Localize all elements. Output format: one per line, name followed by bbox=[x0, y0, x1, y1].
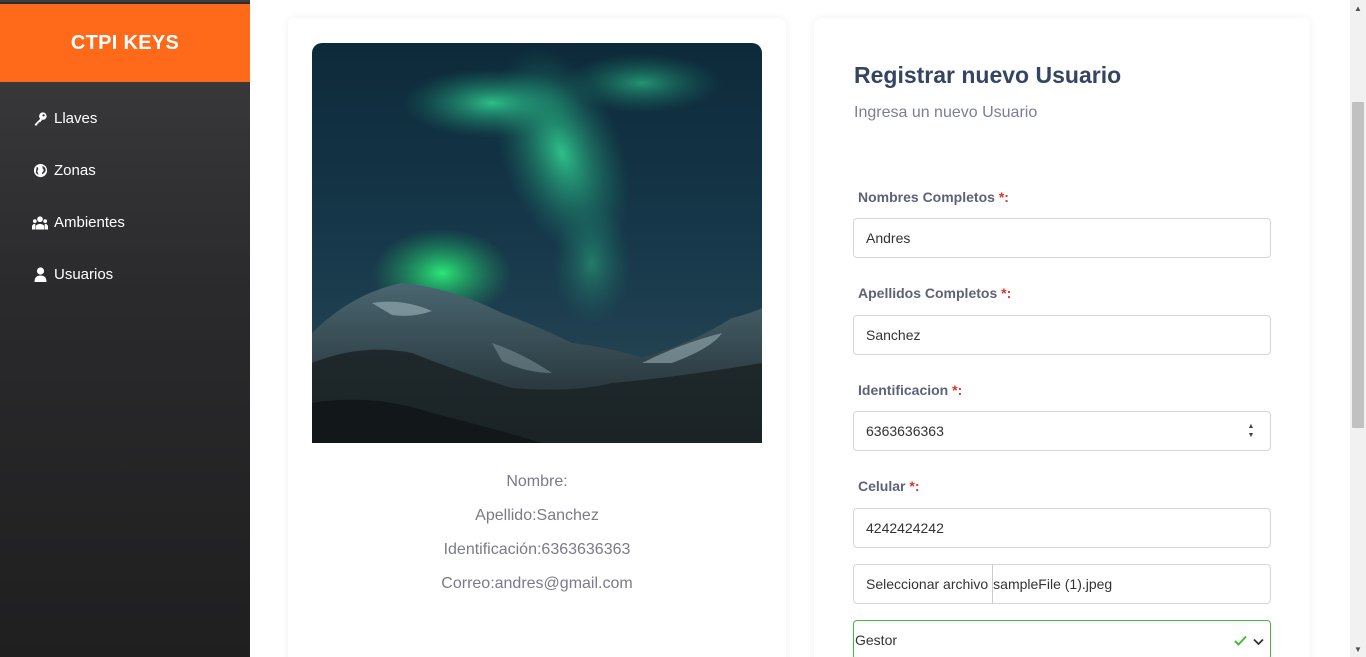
scroll-up-icon[interactable]: ▲ bbox=[1350, 0, 1366, 16]
sidebar-item-label: Usuarios bbox=[54, 265, 114, 283]
sidebar-item-zonas[interactable]: Zonas bbox=[0, 144, 250, 196]
sidebar-item-label: Zonas bbox=[54, 161, 96, 179]
file-name: sampleFile (1).jpeg bbox=[993, 576, 1113, 592]
user-preview-card: Nombre: Apellido:Sanchez Identificación:… bbox=[288, 18, 786, 657]
preview-nombre: Nombre: bbox=[506, 473, 568, 490]
sidebar-nav: Llaves Zonas Ambientes Usuarios bbox=[0, 92, 250, 300]
page-scrollbar[interactable]: ▲ ▼ bbox=[1350, 0, 1366, 657]
spinner-up-icon[interactable]: ▲ bbox=[1248, 423, 1255, 430]
scroll-down-icon[interactable]: ▼ bbox=[1350, 641, 1366, 657]
rol-select[interactable]: Gestor bbox=[853, 620, 1271, 657]
main-content: Nombre: Apellido:Sanchez Identificación:… bbox=[250, 0, 1350, 657]
user-preview-info: Nombre: Apellido:Sanchez Identificación:… bbox=[288, 465, 786, 601]
preview-apellido: Apellido:Sanchez bbox=[475, 507, 599, 524]
nombres-label: Nombres Completos *: bbox=[858, 189, 1009, 205]
form-title: Registrar nuevo Usuario bbox=[854, 62, 1122, 88]
identificacion-label: Identificacion *: bbox=[858, 382, 963, 398]
photo-file-input[interactable]: Seleccionar archivo sampleFile (1).jpeg bbox=[853, 564, 1271, 604]
globe-icon bbox=[32, 162, 48, 178]
user-photo-preview bbox=[312, 43, 762, 443]
sidebar-item-ambientes[interactable]: Ambientes bbox=[0, 196, 250, 248]
identificacion-input[interactable]: 6363636363 ▲ ▼ bbox=[853, 411, 1271, 451]
preview-identificacion: Identificación:6363636363 bbox=[443, 541, 631, 558]
celular-input[interactable]: 4242424242 bbox=[853, 508, 1271, 548]
sidebar-item-label: Ambientes bbox=[54, 213, 125, 231]
sidebar-item-label: Llaves bbox=[54, 109, 98, 127]
preview-correo: Correo:andres@gmail.com bbox=[441, 575, 633, 592]
users-group-icon bbox=[32, 214, 48, 230]
nombres-input[interactable]: Andres bbox=[853, 218, 1271, 258]
celular-label: Celular *: bbox=[858, 478, 920, 494]
user-icon bbox=[32, 266, 48, 282]
apellidos-input[interactable]: Sanchez bbox=[853, 315, 1271, 355]
check-valid-icon bbox=[1234, 633, 1247, 649]
brand-header: CTPI KEYS bbox=[0, 2, 250, 82]
spinner-down-icon[interactable]: ▼ bbox=[1248, 432, 1255, 439]
form-subtitle: Ingresa un nuevo Usuario bbox=[854, 104, 1038, 121]
select-icons bbox=[1234, 633, 1264, 649]
brand-title: CTPI KEYS bbox=[70, 32, 180, 54]
sidebar: CTPI KEYS Llaves Zonas Ambientes Usuario… bbox=[0, 0, 250, 657]
key-icon bbox=[32, 110, 48, 126]
chevron-down-icon[interactable] bbox=[1253, 633, 1264, 649]
register-form-card: Registrar nuevo Usuario Ingresa un nuevo… bbox=[814, 18, 1310, 657]
number-spinner[interactable]: ▲ ▼ bbox=[1246, 423, 1256, 439]
apellidos-label: Apellidos Completos *: bbox=[858, 285, 1012, 301]
scroll-thumb[interactable] bbox=[1352, 102, 1364, 428]
rol-selected-value: Gestor bbox=[855, 632, 898, 648]
sidebar-item-usuarios[interactable]: Usuarios bbox=[0, 248, 250, 300]
sidebar-item-llaves[interactable]: Llaves bbox=[0, 92, 250, 144]
choose-file-button[interactable]: Seleccionar archivo bbox=[854, 565, 994, 603]
